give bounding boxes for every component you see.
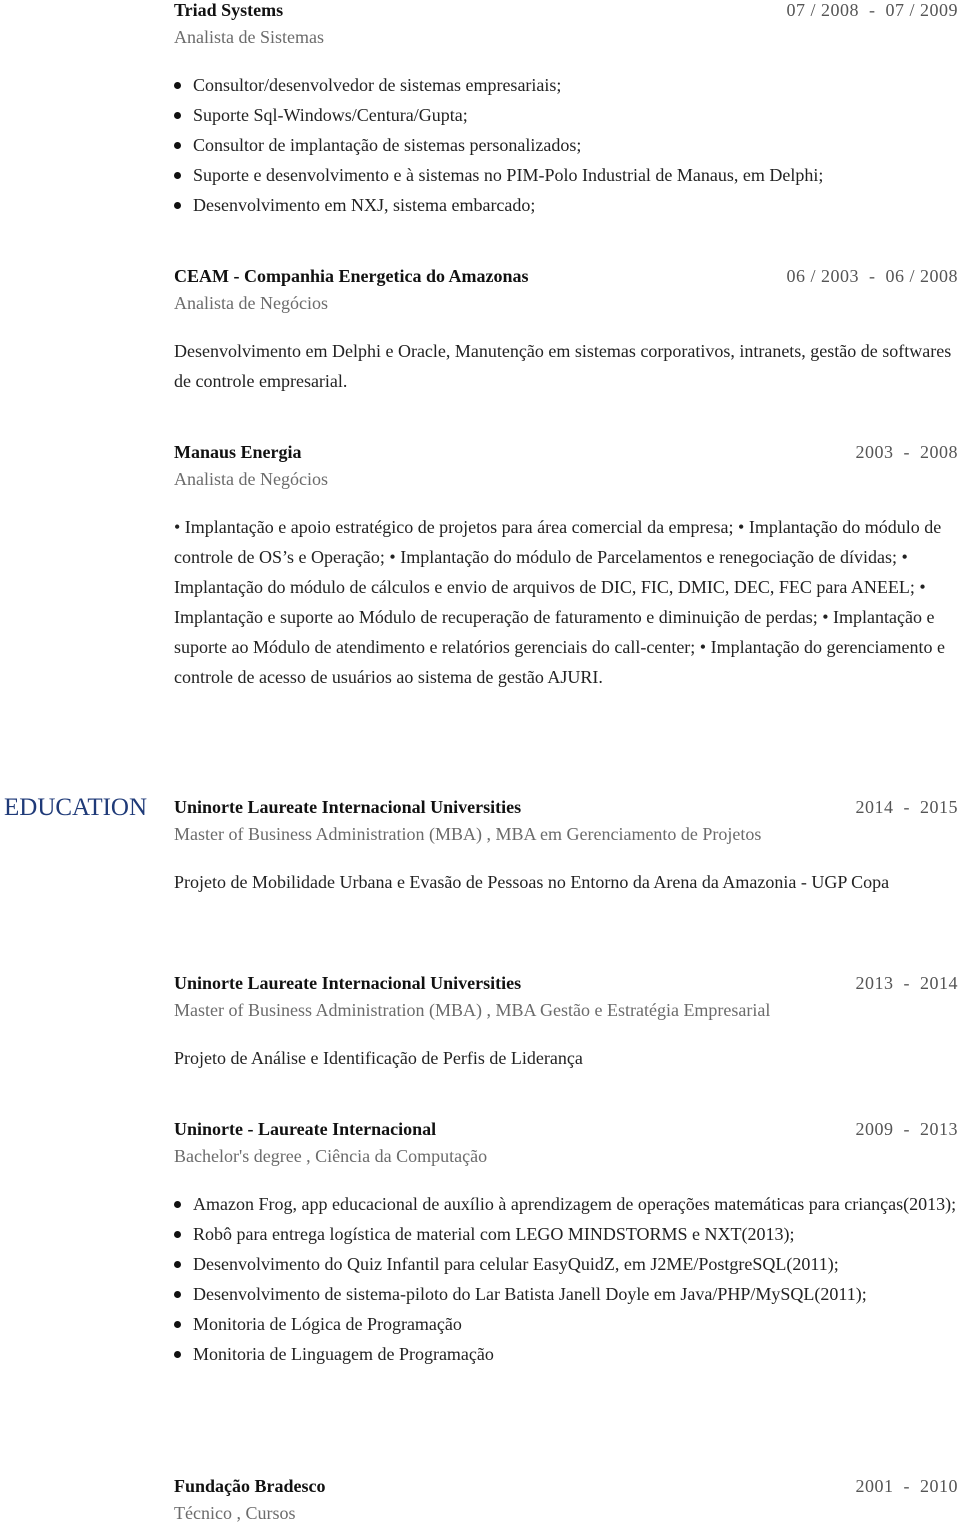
responsibility-list: Consultor/desenvolvedor de sistemas empr… [174, 70, 958, 220]
experience-entry: CEAM - Companhia Energetica do Amazonas … [174, 266, 958, 396]
list-item: Robô para entrega logística de material … [174, 1219, 958, 1249]
institution-name: Uninorte - Laureate Internacional [174, 1119, 437, 1139]
job-description: Desenvolvimento em Delphi e Oracle, Manu… [174, 341, 952, 391]
date-range: 2014 - 2015 [855, 797, 958, 817]
list-item: Desenvolvimento do Quiz Infantil para ce… [174, 1249, 958, 1279]
list-item: Monitoria de Lógica de Programação [174, 1309, 958, 1339]
education-entry: Uninorte Laureate Internacional Universi… [174, 797, 958, 897]
experience-entry: Manaus Energia 2003 - 2008 Analista de N… [174, 442, 958, 692]
list-item: Monitoria de Linguagem de Programação [174, 1339, 958, 1369]
education-description: Projeto de Mobilidade Urbana e Evasão de… [174, 872, 890, 892]
date-range: 2013 - 2014 [855, 973, 958, 993]
institution-name: Uninorte Laureate Internacional Universi… [174, 797, 522, 817]
organization-name: Triad Systems [174, 0, 284, 20]
education-entry: Uninorte Laureate Internacional Universi… [174, 973, 958, 1073]
institution-name: Uninorte Laureate Internacional Universi… [174, 973, 522, 993]
list-item: Desenvolvimento em NXJ, sistema embarcad… [174, 190, 958, 220]
experience-entry: Triad Systems 07 / 2008 - 07 / 2009 Anal… [174, 0, 958, 220]
job-title: Analista de Negócios [174, 469, 328, 489]
education-description: Projeto de Análise e Identificação de Pe… [174, 1048, 583, 1068]
organization-name: Manaus Energia [174, 442, 302, 462]
list-item: Consultor/desenvolvedor de sistemas empr… [174, 70, 958, 100]
list-item: Amazon Frog, app educacional de auxílio … [174, 1189, 958, 1219]
project-list: Amazon Frog, app educacional de auxílio … [174, 1189, 958, 1369]
education-entry: Fundação Bradesco 2001 - 2010 Técnico , … [174, 1476, 958, 1524]
job-title: Analista de Negócios [174, 293, 328, 313]
list-item: Suporte e desenvolvimento e à sistemas n… [174, 160, 958, 190]
degree: Master of Business Administration (MBA) … [174, 1000, 771, 1020]
list-item: Suporte Sql-Windows/Centura/Gupta; [174, 100, 958, 130]
date-range: 2003 - 2008 [855, 442, 958, 462]
degree: Master of Business Administration (MBA) … [174, 824, 762, 844]
list-item: Desenvolvimento de sistema-piloto do Lar… [174, 1279, 958, 1309]
section-heading-education: EDUCATION [4, 794, 148, 821]
job-description: • Implantação e apoio estratégico de pro… [174, 517, 945, 687]
date-range: 2009 - 2013 [855, 1119, 958, 1139]
date-range: 07 / 2008 - 07 / 2009 [786, 0, 958, 20]
organization-name: CEAM - Companhia Energetica do Amazonas [174, 266, 529, 286]
date-range: 2001 - 2010 [855, 1476, 958, 1496]
list-item: Consultor de implantação de sistemas per… [174, 130, 958, 160]
education-entry: Uninorte - Laureate Internacional 2009 -… [174, 1119, 958, 1369]
date-range: 06 / 2003 - 06 / 2008 [786, 266, 958, 286]
degree: Bachelor's degree , Ciência da Computaçã… [174, 1146, 488, 1166]
institution-name: Fundação Bradesco [174, 1476, 326, 1496]
job-title: Analista de Sistemas [174, 27, 324, 47]
degree: Técnico , Cursos [174, 1503, 296, 1523]
